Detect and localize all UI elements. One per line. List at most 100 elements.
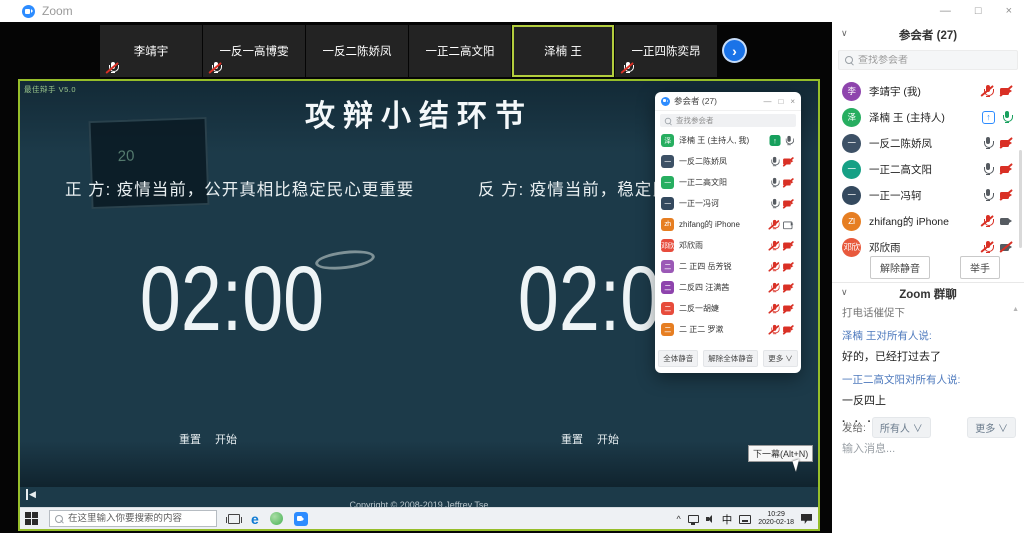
action-center-icon[interactable] <box>801 514 812 524</box>
reset-button[interactable]: 重置 <box>561 431 583 447</box>
zoom-logo-icon <box>22 5 35 18</box>
speaker-icon[interactable] <box>706 515 715 524</box>
avatar: 邓欣 <box>842 238 861 257</box>
participants-title: 参会者 (27) <box>832 26 1024 46</box>
participant-row[interactable]: ZI zhifang的 iPhone <box>832 208 1024 234</box>
clock-time: 10:29 <box>758 511 794 519</box>
start-button[interactable]: 开始 <box>215 431 237 447</box>
overlay-search-box[interactable] <box>660 114 796 127</box>
video-tile-active-speaker[interactable]: 泽楠 王 <box>512 25 614 77</box>
participant-row[interactable]: 一 一正二高文阳 <box>655 172 801 193</box>
participant-row[interactable]: 邓欣 邓欣雨 <box>655 235 801 256</box>
collapse-icon[interactable]: ∨ <box>841 28 848 39</box>
maximize-icon[interactable]: □ <box>778 97 783 106</box>
mute-all-button[interactable]: 全体静音 <box>658 350 698 367</box>
send-to-dropdown[interactable]: 所有人 ∨ <box>872 417 931 438</box>
maximize-icon[interactable]: □ <box>975 5 982 17</box>
camera-off-icon <box>782 282 795 293</box>
camera-icon <box>782 219 795 230</box>
video-tile[interactable]: 一正二高文阳 <box>409 25 511 77</box>
minimize-icon[interactable]: — <box>940 5 951 17</box>
screen-share-badge-icon: ↑ <box>770 135 781 146</box>
muted-mic-icon <box>620 61 635 74</box>
video-tile[interactable]: 一反二陈娇凤 <box>306 25 408 77</box>
avatar: 一 <box>661 197 674 210</box>
system-tray: ^ 中 10:29 2020-02-18 <box>676 508 812 530</box>
collapse-icon[interactable]: ∨ <box>841 287 848 298</box>
participant-row-host[interactable]: 泽 泽楠 王 (主持人) ↑ <box>832 104 1024 130</box>
tray-expand-icon[interactable]: ^ <box>676 514 680 524</box>
camera-off-icon <box>999 241 1014 254</box>
more-button[interactable]: 更多 ∨ <box>763 350 798 367</box>
windows-start-icon[interactable] <box>25 512 38 525</box>
camera-off-icon <box>782 177 795 188</box>
avatar: 一 <box>842 160 861 179</box>
camera-off-icon <box>999 163 1014 176</box>
participant-row[interactable]: zh zhifang的 iPhone <box>655 214 801 235</box>
camera-icon <box>999 215 1014 228</box>
participants-scrollbar[interactable] <box>1019 150 1022 248</box>
overlay-search-input[interactable] <box>676 116 786 125</box>
next-participants-page-button[interactable]: › <box>722 38 747 63</box>
ime-language-indicator[interactable]: 中 <box>722 512 733 527</box>
search-icon <box>665 117 671 123</box>
participant-row[interactable]: 二 二 正二 罗漱 <box>655 319 801 340</box>
participant-row[interactable]: 一 一正二高文阳 <box>832 156 1024 182</box>
mic-icon <box>782 135 795 146</box>
tile-participant-name: 一正四陈奕昂 <box>632 43 701 59</box>
video-tile[interactable]: 李靖宇 <box>100 25 202 77</box>
taskbar-search-box[interactable] <box>49 510 217 527</box>
video-tile[interactable]: 一反一高博雯 <box>203 25 305 77</box>
meeting-sidebar: ∨ 参会者 (27) 李 李靖宇 (我) 泽 泽楠 王 (主持人) ↑ 一 一反… <box>832 0 1024 533</box>
edge-browser-icon[interactable]: e <box>251 512 259 526</box>
timer-pro: 02:00 <box>112 249 352 349</box>
avatar: 二 <box>661 281 674 294</box>
chat-more-button[interactable]: 更多 ∨ <box>967 417 1016 438</box>
taskbar-clock[interactable]: 10:29 2020-02-18 <box>758 511 794 527</box>
screen-share-badge-icon: ↑ <box>982 111 995 124</box>
close-icon[interactable]: × <box>1006 5 1012 17</box>
task-view-icon[interactable] <box>228 514 240 524</box>
close-icon[interactable]: × <box>790 97 795 106</box>
participant-row[interactable]: 一 一正一冯轲 <box>832 182 1024 208</box>
participant-row[interactable]: 二 二反一胡婕 <box>655 298 801 319</box>
clock-date: 2020-02-18 <box>758 519 794 527</box>
zoom-taskbar-icon[interactable] <box>294 512 308 526</box>
prev-scene-icon[interactable]: ◀ <box>26 489 36 500</box>
participant-row[interactable]: 泽 泽楠 王 (主持人, 我) ↑ <box>655 130 801 151</box>
participant-row[interactable]: 一 一反二陈娇凤 <box>655 151 801 172</box>
chat-send-row: 发给: 所有人 ∨ 更多 ∨ <box>842 417 1016 438</box>
chat-message-input[interactable] <box>842 440 1014 460</box>
scroll-up-icon[interactable]: ▲ <box>1012 306 1019 313</box>
participant-row[interactable]: 一 一正一冯诃 <box>655 193 801 214</box>
participant-name: 二 正四 岳芳锐 <box>679 261 758 272</box>
camera-off-icon <box>999 85 1014 98</box>
shared-desktop-taskbar: e ^ 中 10:29 2020-02-18 <box>20 507 818 529</box>
unmute-all-button[interactable]: 解除全体静音 <box>703 350 758 367</box>
participants-search-input[interactable] <box>858 55 1008 66</box>
app-title: Zoom <box>42 4 73 18</box>
participant-row[interactable]: 李 李靖宇 (我) <box>832 78 1024 104</box>
video-tile[interactable]: 一正四陈奕昂 <box>615 25 717 77</box>
participant-name: 一反二陈娇凤 <box>869 136 972 151</box>
participant-row[interactable]: 二 二 正四 岳芳锐 <box>655 256 801 277</box>
mic-icon <box>980 137 995 150</box>
participant-row[interactable]: 一 一反二陈娇凤 <box>832 130 1024 156</box>
participant-row[interactable]: 二 二反四 汪满茜 <box>655 277 801 298</box>
muted-mic-icon <box>105 61 120 74</box>
network-icon[interactable] <box>688 515 699 523</box>
minimize-icon[interactable]: — <box>763 97 771 106</box>
taskbar-search-input[interactable] <box>68 513 208 524</box>
reset-button[interactable]: 重置 <box>179 431 201 447</box>
avatar: ZI <box>842 212 861 231</box>
participant-name: 一正一冯轲 <box>869 188 972 203</box>
mic-icon <box>768 177 781 188</box>
unmute-button[interactable]: 解除静音 <box>870 256 930 279</box>
green-app-icon[interactable] <box>270 512 283 525</box>
participants-search-box[interactable] <box>838 50 1018 70</box>
raise-hand-button[interactable]: 举手 <box>960 256 1000 279</box>
start-button[interactable]: 开始 <box>597 431 619 447</box>
avatar: 一 <box>842 134 861 153</box>
tile-participant-name: 泽楠 王 <box>544 43 582 59</box>
keyboard-icon[interactable] <box>739 515 751 524</box>
